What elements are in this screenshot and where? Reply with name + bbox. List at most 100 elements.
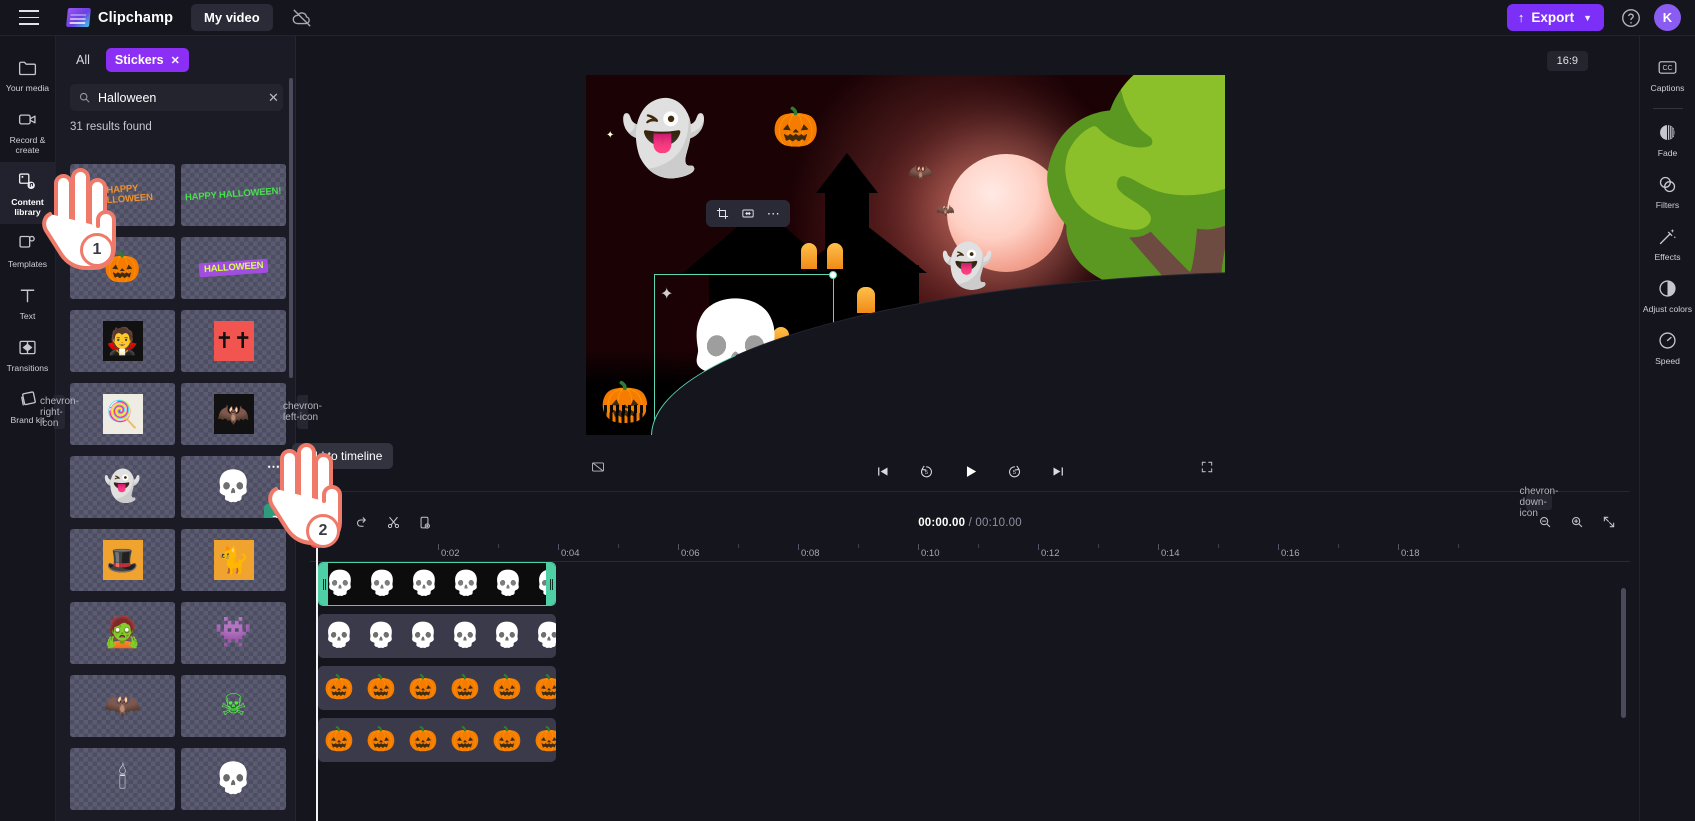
clip-frame: 💀: [493, 570, 523, 597]
sticker-skeleton-dancing[interactable]: 💀 ⋯ +: [181, 456, 286, 518]
collapse-stage-button[interactable]: chevron-right-icon: [40, 395, 79, 429]
project-title-tab[interactable]: My video: [191, 4, 273, 31]
collapse-panel-button[interactable]: chevron-left-icon: [283, 395, 322, 429]
hamburger-menu-icon[interactable]: [19, 10, 39, 25]
sticker-bats-flying[interactable]: 🦇: [181, 383, 286, 445]
track-skulls[interactable]: 💀 💀 💀 💀 💀 💀: [318, 614, 556, 658]
sticker-green-skull[interactable]: ☠: [181, 675, 286, 737]
sidebar-item-speed[interactable]: Speed: [1640, 321, 1695, 373]
user-avatar[interactable]: K: [1654, 4, 1681, 31]
filter-chips: All Stickers ✕: [56, 36, 295, 72]
sticker-art: 🧟: [103, 616, 142, 649]
preview-stage: 16:9 ✦ ✦ ✦ ✦ 👻 🎃 👻 🌳 🦇 🦇 🎃 💀 ⋯ 5 5: [310, 36, 1630, 491]
filter-chip-stickers[interactable]: Stickers ✕: [105, 48, 189, 72]
scene-bat: 🦇: [908, 162, 933, 184]
clip-selection-box[interactable]: [651, 271, 1225, 435]
sticker-ghost-figure[interactable]: 👻: [70, 456, 175, 518]
sticker-art: 👻: [103, 470, 142, 503]
filter-chip-all[interactable]: All: [70, 49, 96, 71]
sticker-art: 🦇: [213, 394, 254, 434]
sticker-art: 👾: [214, 616, 253, 649]
timeline-toolbar: 00:00.00 / 00:10.00: [310, 510, 1630, 544]
export-label: Export: [1531, 10, 1575, 25]
ruler-label: 0:10: [921, 548, 940, 559]
sidebar-item-filters[interactable]: Filters: [1640, 165, 1695, 217]
sticker-bat-wings[interactable]: 🦇: [70, 675, 175, 737]
top-bar: Clipchamp My video ↑ Export ▼ K: [0, 0, 1695, 36]
sticker-skull-grey[interactable]: 💀: [181, 748, 286, 810]
clip-frame: 🎃: [534, 674, 556, 701]
sticker-happy-halloween-text-green[interactable]: HAPPY HALLOWEEN!: [181, 164, 286, 226]
crop-button[interactable]: [710, 203, 734, 225]
sidebar-item-adjust-colors[interactable]: Adjust colors: [1640, 269, 1695, 321]
sticker-ghost-candle[interactable]: 🕯: [70, 748, 175, 810]
search-box[interactable]: ✕: [70, 84, 283, 111]
sidebar-item-effects[interactable]: Effects: [1640, 217, 1695, 269]
sidebar-item-label: Transitions: [6, 363, 49, 373]
sidebar-item-content-library[interactable]: Content library: [0, 162, 56, 224]
track-skeleton[interactable]: 💀 💀 💀 💀 💀 💀: [318, 562, 556, 606]
add-to-timeline-button[interactable]: +: [264, 504, 286, 518]
sidebar-item-templates[interactable]: Templates: [0, 224, 56, 276]
fullscreen-icon: [1201, 461, 1213, 473]
sticker-graveyard-crosses[interactable]: ✝✝: [181, 310, 286, 372]
panel-scrollbar[interactable]: [289, 78, 293, 378]
clip-frame: 🎃: [534, 726, 556, 753]
sidebar-item-record-create[interactable]: Record & create: [0, 100, 56, 162]
close-x-icon[interactable]: ✕: [171, 54, 180, 67]
skip-start-button[interactable]: [870, 459, 894, 483]
sticker-purple-monster[interactable]: 👾: [181, 602, 286, 664]
rewind-5-button[interactable]: 5: [914, 459, 938, 483]
sticker-witch-hat[interactable]: 🎩: [70, 529, 175, 591]
clip-frame: 🎃: [492, 726, 522, 753]
sticker-vampire-face[interactable]: 🧛: [70, 310, 175, 372]
timeline-scrollbar[interactable]: [1621, 588, 1626, 718]
svg-text:CC: CC: [1662, 65, 1672, 72]
fade-icon: [1660, 125, 1675, 140]
video-preview[interactable]: ✦ ✦ ✦ ✦ 👻 🎃 👻 🌳 🦇 🦇 🎃 🎃: [586, 75, 1225, 435]
help-circle-icon[interactable]: [1620, 7, 1642, 29]
forward-5-button[interactable]: 5: [1002, 459, 1026, 483]
track-pumpkin-cat-1[interactable]: 🎃 🎃 🎃 🎃 🎃 🎃: [318, 666, 556, 710]
zoom-in-button[interactable]: [1570, 515, 1584, 532]
coach-step-1: 1: [80, 233, 114, 267]
zoom-out-button[interactable]: [1538, 515, 1552, 532]
track-pumpkin-cat-2[interactable]: 🎃 🎃 🎃 🎃 🎃 🎃: [318, 718, 556, 762]
sticker-scarecrow-figure[interactable]: 🧟: [70, 602, 175, 664]
sticker-lollipop-candy[interactable]: 🍭: [70, 383, 175, 445]
fit-fill-button[interactable]: [736, 203, 760, 225]
sidebar-item-fade[interactable]: Fade: [1640, 113, 1695, 165]
ruler-label: 0:16: [1281, 548, 1300, 559]
trim-handle-right[interactable]: [546, 563, 555, 605]
sticker-halloween-banner-purple[interactable]: HALLOWEEN: [181, 237, 286, 299]
sidebar-item-label: Captions: [1650, 83, 1685, 93]
sidebar-item-text[interactable]: Text: [0, 276, 56, 328]
clip-frame: 💀: [367, 570, 397, 597]
right-sidebar: CC Captions Fade Filters Effects Adjust …: [1639, 36, 1695, 821]
sidebar-item-transitions[interactable]: Transitions: [0, 328, 56, 380]
trim-handle-left[interactable]: [319, 563, 328, 605]
play-button[interactable]: [958, 459, 982, 483]
clear-search-icon[interactable]: ✕: [266, 90, 281, 106]
sidebar-item-captions[interactable]: CC Captions: [1640, 48, 1695, 100]
sticker-happy-halloween-text-orange[interactable]: HAPPY HALLOWEEN: [70, 164, 175, 226]
search-input[interactable]: [98, 90, 259, 105]
collapse-timeline-button[interactable]: chevron-down-icon: [1520, 486, 1559, 519]
timeline-ruler[interactable]: 0:02 0:04 0:06 0:08 0:10 0:12 0:14 0:16 …: [310, 544, 1630, 562]
skip-end-button[interactable]: [1046, 459, 1070, 483]
export-button[interactable]: ↑ Export ▼: [1506, 4, 1604, 31]
sticker-art: ☠: [220, 689, 247, 722]
sidebar-item-your-media[interactable]: Your media: [0, 48, 56, 100]
fit-timeline-button[interactable]: [1602, 515, 1616, 532]
playhead[interactable]: [309, 534, 325, 821]
more-options-button[interactable]: ⋯: [762, 203, 786, 225]
fullscreen-button[interactable]: [1200, 460, 1214, 477]
resize-handle-top-right[interactable]: [829, 271, 837, 279]
cloud-offline-icon[interactable]: [291, 7, 313, 29]
more-horizontal-icon[interactable]: ⋯: [267, 459, 281, 475]
clip-frame: 🎃: [408, 674, 438, 701]
clip-frame: 💀: [451, 570, 481, 597]
sticker-black-cat[interactable]: 🐈: [181, 529, 286, 591]
aspect-ratio-button[interactable]: 16:9: [1546, 51, 1588, 71]
clip-frame: 🎃: [324, 726, 354, 753]
